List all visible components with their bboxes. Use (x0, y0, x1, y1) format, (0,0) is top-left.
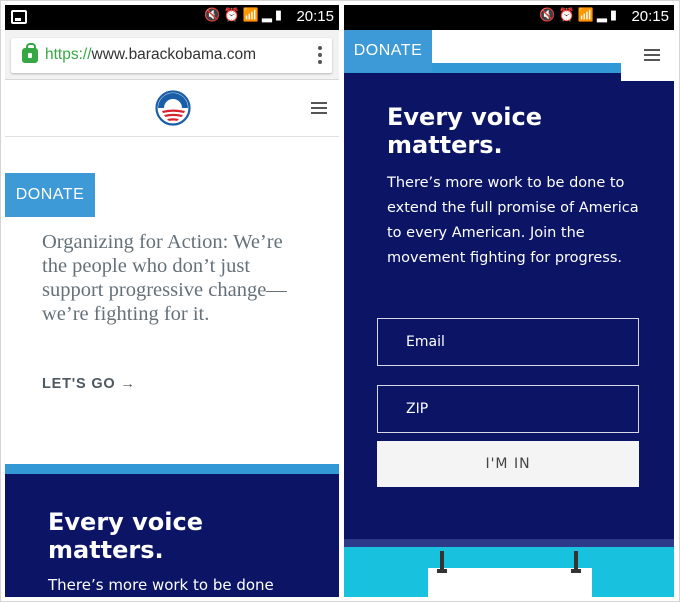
right-phone-screen: 🔇⏰📶▂▮ 20:15 DONATE Every voice matters. … (344, 5, 674, 597)
browser-toolbar: https://www.barackobama.com (5, 30, 339, 80)
status-time: 20:15 (631, 8, 669, 25)
address-bar[interactable]: https://www.barackobama.com (11, 38, 332, 73)
menu-icon[interactable] (311, 102, 327, 116)
status-bar: 🔇⏰📶▂▮ 20:15 (5, 5, 339, 30)
section-body: There’s more work to be done (48, 576, 274, 594)
white-card (428, 568, 592, 597)
screenshot-frame: 🔇⏰📶▂▮ 20:15 https://www.barackobama.com … (0, 0, 680, 602)
intro-text: Organizing for Action: We’re the people … (42, 231, 287, 325)
left-phone-screen: 🔇⏰📶▂▮ 20:15 https://www.barackobama.com … (5, 5, 339, 597)
clip-icon (437, 551, 447, 573)
status-bar: 🔇⏰📶▂▮ 20:15 (344, 5, 674, 30)
menu-icon[interactable] (644, 49, 660, 63)
section-heading: Every voice matters. (387, 103, 543, 159)
email-field[interactable]: Email (377, 318, 639, 366)
donate-button[interactable]: DONATE (5, 173, 95, 217)
section-heading: Every voice matters. (48, 508, 204, 564)
status-icons: 🔇⏰📶▂▮ (539, 8, 620, 23)
status-time: 20:15 (296, 8, 334, 25)
obama-logo-icon[interactable] (155, 90, 191, 126)
zip-field[interactable]: ZIP (377, 385, 639, 433)
url-text[interactable]: https://www.barackobama.com (45, 46, 256, 64)
menu-box (621, 63, 674, 81)
site-header (5, 80, 339, 137)
clip-icon (571, 551, 581, 573)
section-body: There’s more work to be done to extend t… (387, 175, 639, 266)
lock-icon (22, 43, 38, 63)
section-stripe (5, 464, 339, 474)
lets-go-link[interactable]: LET'S GO → (42, 376, 136, 392)
screenshot-notification-icon (11, 10, 27, 24)
voice-section: Every voice matters. There’s more work t… (5, 474, 339, 597)
donate-button[interactable]: DONATE (344, 30, 432, 72)
im-in-button[interactable]: I'M IN (377, 441, 639, 487)
browser-menu-icon[interactable] (318, 46, 322, 64)
status-icons: 🔇⏰📶▂▮ (204, 8, 285, 23)
